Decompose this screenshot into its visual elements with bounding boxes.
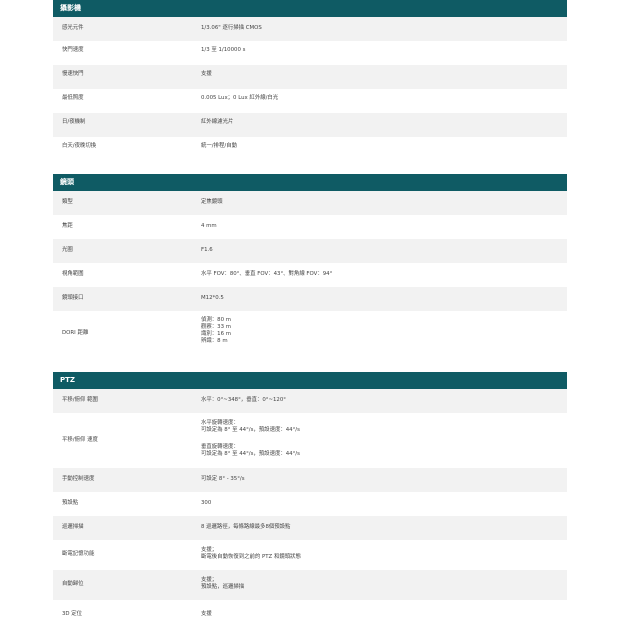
spec-value: 8 巡邏路徑，每條路線最多8個預設點 — [201, 524, 291, 530]
spec-label: 感光元件 — [62, 25, 84, 31]
spec-value: 4 mm — [201, 223, 217, 229]
table-row: 平移/俯仰 速度 水平旋轉速度： 可設定為 8° 至 44°/s，預設速度：44… — [53, 413, 567, 468]
table-row: DORI 距離 偵測：80 m 觀察：33 m 識別：16 m 辨識：8 m — [53, 311, 567, 356]
spec-value: M12*0.5 — [201, 295, 224, 301]
section-title: PTZ — [53, 372, 567, 389]
spec-value: 紅外線濾光片 — [201, 119, 234, 125]
spec-value: 300 — [201, 500, 212, 506]
spec-value: 可設定 8° - 35°/s — [201, 476, 245, 482]
section-title: 攝影機 — [53, 0, 567, 17]
table-row: 焦距 4 mm — [53, 215, 567, 239]
spec-value: 支援 — [201, 71, 212, 77]
spec-label: 白天/夜晚切換 — [62, 143, 97, 149]
table-row: 日/夜機制 紅外線濾光片 — [53, 113, 567, 137]
spec-value: 支援； 預設點，巡邏掃描 — [201, 577, 245, 590]
section-ptz: PTZ 平移/俯仰 範圍 水平：0°~348°，垂直：0°~120° 平移/俯仰… — [53, 372, 567, 620]
spec-label: 鏡頭接口 — [62, 295, 84, 301]
table-row: 白天/夜晚切換 統一/排程/自動 — [53, 137, 567, 160]
spec-label: 預設點 — [62, 500, 79, 506]
spec-label: 光圈 — [62, 247, 73, 253]
section-title: 鏡頭 — [53, 174, 567, 191]
spec-label: 手動控制速度 — [62, 476, 95, 482]
spec-label: 平移/俯仰 範圍 — [62, 397, 98, 403]
spec-value: 定焦鏡頭 — [201, 199, 223, 205]
spec-label: 最低照度 — [62, 95, 84, 101]
spec-label: 視角範圍 — [62, 271, 84, 277]
section-lens: 鏡頭 類型 定焦鏡頭 焦距 4 mm 光圈 F1.6 視角範圍 水平 FOV：8… — [53, 174, 567, 360]
spec-label: 焦距 — [62, 223, 73, 229]
spec-value: 統一/排程/自動 — [201, 143, 237, 149]
table-row: 視角範圍 水平 FOV：80°、垂直 FOV：43°、對角線 FOV：94° — [53, 263, 567, 287]
section-camera: 攝影機 感光元件 1/3.06" 逐行掃描 CMOS 快門速度 1/3 至 1/… — [53, 0, 567, 160]
spec-label: 3D 定位 — [62, 611, 83, 617]
spec-value: 水平 FOV：80°、垂直 FOV：43°、對角線 FOV：94° — [201, 271, 333, 277]
table-row: 手動控制速度 可設定 8° - 35°/s — [53, 468, 567, 492]
table-row: 最低照度 0.005 Lux；0 Lux 紅外線/白光 — [53, 89, 567, 113]
table-row: 光圈 F1.6 — [53, 239, 567, 263]
table-row: 感光元件 1/3.06" 逐行掃描 CMOS — [53, 17, 567, 41]
spec-label: 快門速度 — [62, 47, 84, 53]
spec-value: 水平旋轉速度： 可設定為 8° 至 44°/s，預設速度：44°/s 垂直旋轉速… — [201, 420, 300, 457]
table-row: 斷電記憶功能 支援； 斷電後自動恢復到之前的 PTZ 和鏡頭狀態 — [53, 540, 567, 570]
spec-label: 類型 — [62, 199, 73, 205]
spec-label: DORI 距離 — [62, 330, 89, 336]
spec-label: 巡邏掃描 — [62, 524, 84, 530]
table-row: 3D 定位 支援 — [53, 600, 567, 620]
spec-label: 日/夜機制 — [62, 119, 86, 125]
table-row: 預設點 300 — [53, 492, 567, 516]
spec-value: 水平：0°~348°，垂直：0°~120° — [201, 397, 286, 403]
spec-value: 0.005 Lux；0 Lux 紅外線/白光 — [201, 95, 279, 101]
spec-label: 自動歸位 — [62, 581, 84, 587]
spec-value: 1/3 至 1/10000 s — [201, 47, 246, 53]
table-row: 慢速快門 支援 — [53, 65, 567, 89]
spec-value: 支援 — [201, 611, 212, 617]
table-row: 自動歸位 支援； 預設點，巡邏掃描 — [53, 570, 567, 600]
spec-label: 平移/俯仰 速度 — [62, 437, 98, 443]
table-row: 鏡頭接口 M12*0.5 — [53, 287, 567, 311]
spec-label: 斷電記憶功能 — [62, 551, 95, 557]
table-row: 類型 定焦鏡頭 — [53, 191, 567, 215]
table-row: 巡邏掃描 8 巡邏路徑，每條路線最多8個預設點 — [53, 516, 567, 540]
spec-value: 偵測：80 m 觀察：33 m 識別：16 m 辨識：8 m — [201, 317, 231, 344]
table-row: 快門速度 1/3 至 1/10000 s — [53, 41, 567, 65]
table-row: 平移/俯仰 範圍 水平：0°~348°，垂直：0°~120° — [53, 389, 567, 413]
spec-value: 支援； 斷電後自動恢復到之前的 PTZ 和鏡頭狀態 — [201, 547, 301, 560]
spec-label: 慢速快門 — [62, 71, 84, 77]
spec-value: F1.6 — [201, 247, 213, 253]
spec-value: 1/3.06" 逐行掃描 CMOS — [201, 25, 262, 31]
